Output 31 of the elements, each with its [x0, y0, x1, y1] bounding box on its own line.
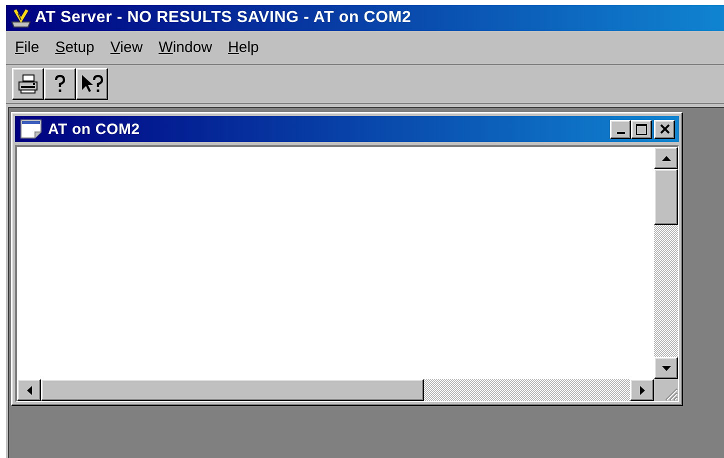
resize-grip-icon[interactable]: [664, 387, 678, 401]
down-arrow-icon: [662, 366, 670, 370]
scroll-up-button[interactable]: [654, 147, 678, 169]
close-button[interactable]: [654, 120, 675, 138]
scroll-down-button[interactable]: [654, 357, 678, 379]
help-icon: [54, 74, 66, 92]
context-help-icon: [82, 74, 104, 92]
menu-item[interactable]: File: [9, 37, 46, 58]
window-title: AT on COM2: [48, 120, 140, 138]
minimize-button[interactable]: [610, 120, 631, 138]
help-button[interactable]: [44, 68, 76, 100]
scroll-left-button[interactable]: [17, 379, 41, 401]
window-title: AT Server - NO RESULTS SAVING - AT on COM2: [35, 9, 412, 27]
minimize-icon: [616, 132, 624, 134]
maximize-icon: [636, 124, 647, 134]
menu-item[interactable]: Window: [152, 37, 218, 58]
up-arrow-icon: [662, 156, 670, 160]
print-button[interactable]: [12, 68, 44, 100]
scroll-thumb[interactable]: [41, 379, 424, 401]
maximize-button[interactable]: [631, 120, 652, 138]
close-icon: [660, 124, 670, 134]
menu-item[interactable]: Setup: [49, 37, 100, 58]
menu-item[interactable]: Help: [222, 37, 265, 58]
right-arrow-icon: [640, 386, 644, 394]
menu-item[interactable]: View: [104, 37, 149, 58]
left-arrow-icon: [26, 386, 32, 394]
context-help-button[interactable]: [76, 68, 108, 100]
scroll-thumb[interactable]: [654, 169, 678, 225]
scroll-right-button[interactable]: [630, 379, 654, 401]
printer-icon: [18, 74, 38, 94]
app-icon: [10, 8, 32, 28]
